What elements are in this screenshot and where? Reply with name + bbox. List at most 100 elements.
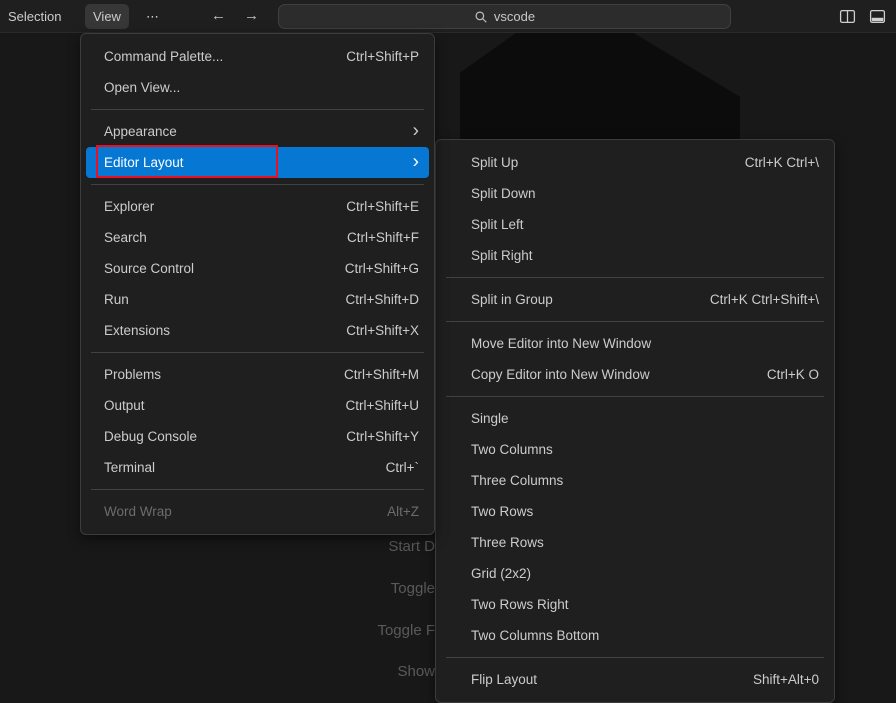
menu-item-appearance[interactable]: Appearance › xyxy=(86,116,429,147)
menu-item-label: Split Up xyxy=(471,155,518,170)
back-button[interactable]: ← xyxy=(211,6,226,26)
menu-separator xyxy=(446,321,824,322)
menu-item-shortcut: Ctrl+Shift+D xyxy=(325,292,419,307)
menu-item-label: Output xyxy=(104,398,145,413)
menu-item-terminal[interactable]: Terminal Ctrl+` xyxy=(86,452,429,483)
menu-item-grid-2x2[interactable]: Grid (2x2) xyxy=(441,558,829,589)
menu-separator xyxy=(446,657,824,658)
menubar-more-button[interactable]: ⋯ xyxy=(138,4,167,29)
menu-item-label: Three Rows xyxy=(471,535,544,550)
menu-item-debug-console[interactable]: Debug Console Ctrl+Shift+Y xyxy=(86,421,429,452)
menu-item-word-wrap[interactable]: Word Wrap Alt+Z xyxy=(86,496,429,527)
menu-item-label: Move Editor into New Window xyxy=(471,336,651,351)
menu-item-label: Grid (2x2) xyxy=(471,566,531,581)
menubar-item-selection[interactable]: Selection xyxy=(0,4,69,29)
menu-item-output[interactable]: Output Ctrl+Shift+U xyxy=(86,390,429,421)
menu-item-label: Command Palette... xyxy=(104,49,223,64)
view-menu: Command Palette... Ctrl+Shift+P Open View.… xyxy=(80,33,435,535)
menu-separator xyxy=(91,489,424,490)
menu-item-command-palette[interactable]: Command Palette... Ctrl+Shift+P xyxy=(86,41,429,72)
menu-item-move-editor-into-new-window[interactable]: Move Editor into New Window xyxy=(441,328,829,359)
menu-item-extensions[interactable]: Extensions Ctrl+Shift+X xyxy=(86,315,429,346)
menu-item-label: Two Rows Right xyxy=(471,597,569,612)
editor-layout-submenu: Split Up Ctrl+K Ctrl+\ Split Down Split Lef… xyxy=(435,139,835,703)
menu-item-open-view[interactable]: Open View... xyxy=(86,72,429,103)
split-editor-icon[interactable] xyxy=(839,8,856,25)
menu-item-label: Editor Layout xyxy=(104,155,184,170)
chevron-right-icon: › xyxy=(413,121,419,140)
menu-separator xyxy=(91,109,424,110)
menu-item-two-columns[interactable]: Two Columns xyxy=(441,434,829,465)
menu-item-shortcut: Ctrl+Shift+M xyxy=(324,367,419,382)
vscode-logo-watermark xyxy=(460,33,740,143)
menu-separator xyxy=(446,396,824,397)
menu-item-label: Debug Console xyxy=(104,429,197,444)
menu-item-label: Split Down xyxy=(471,186,536,201)
menu-item-label: Single xyxy=(471,411,509,426)
menu-item-label: Three Columns xyxy=(471,473,563,488)
menu-item-split-right[interactable]: Split Right xyxy=(441,240,829,271)
menu-item-shortcut: Ctrl+Shift+F xyxy=(327,230,419,245)
menu-separator xyxy=(446,277,824,278)
watermark-text: Show xyxy=(397,663,435,681)
menu-item-editor-layout[interactable]: Editor Layout› xyxy=(86,147,429,178)
menu-item-shortcut: Ctrl+` xyxy=(366,460,419,475)
menu-item-label: Appearance xyxy=(104,124,177,139)
menu-item-shortcut: Alt+Z xyxy=(367,504,419,519)
customize-layout-icon[interactable] xyxy=(869,8,886,25)
menu-separator xyxy=(91,352,424,353)
menu-item-shortcut: Ctrl+K Ctrl+\ xyxy=(725,155,819,170)
menu-item-problems[interactable]: Problems Ctrl+Shift+M xyxy=(86,359,429,390)
menu-item-label: Copy Editor into New Window xyxy=(471,367,650,382)
menu-item-two-rows[interactable]: Two Rows xyxy=(441,496,829,527)
menu-item-two-rows-right[interactable]: Two Rows Right xyxy=(441,589,829,620)
menubar-item-view[interactable]: View xyxy=(85,4,129,29)
menu-item-label: Word Wrap xyxy=(104,504,172,519)
menu-item-label: Open View... xyxy=(104,80,180,95)
menu-item-split-down[interactable]: Split Down xyxy=(441,178,829,209)
menu-item-label: Split Right xyxy=(471,248,533,263)
menu-item-flip-layout[interactable]: Flip Layout Shift+Alt+0 xyxy=(441,664,829,695)
menu-item-label: Run xyxy=(104,292,129,307)
menu-item-shortcut: Ctrl+Shift+X xyxy=(326,323,419,338)
menu-item-three-columns[interactable]: Three Columns xyxy=(441,465,829,496)
menu-item-label: Terminal xyxy=(104,460,155,475)
menu-item-split-up[interactable]: Split Up Ctrl+K Ctrl+\ xyxy=(441,147,829,178)
menu-item-shortcut: Ctrl+Shift+Y xyxy=(326,429,419,444)
menu-item-two-columns-bottom[interactable]: Two Columns Bottom xyxy=(441,620,829,651)
menu-item-label: Problems xyxy=(104,367,161,382)
menu-item-label: Search xyxy=(104,230,147,245)
menu-item-shortcut: Shift+Alt+0 xyxy=(733,672,819,687)
menu-separator xyxy=(91,184,424,185)
forward-button[interactable]: → xyxy=(244,6,259,26)
menu-item-shortcut: Ctrl+Shift+P xyxy=(326,49,419,64)
menu-item-label: Two Columns Bottom xyxy=(471,628,599,643)
menu-item-split-left[interactable]: Split Left xyxy=(441,209,829,240)
menu-item-label: Extensions xyxy=(104,323,170,338)
menu-item-label: Two Columns xyxy=(471,442,553,457)
menu-item-three-rows[interactable]: Three Rows xyxy=(441,527,829,558)
search-icon xyxy=(474,10,488,24)
title-bar: Selection View ⋯ ← → vscode xyxy=(0,0,896,33)
command-center-search[interactable]: vscode xyxy=(278,4,731,29)
menu-item-label: Source Control xyxy=(104,261,194,276)
menu-item-explorer[interactable]: Explorer Ctrl+Shift+E xyxy=(86,191,429,222)
menu-item-split-in-group[interactable]: Split in GroupCtrl+K Ctrl+Shift+\ xyxy=(441,284,829,315)
watermark-text: Toggle xyxy=(391,580,435,598)
menu-item-label: Explorer xyxy=(104,199,154,214)
watermark-text: Toggle F xyxy=(377,622,435,640)
menu-item-shortcut: Ctrl+K O xyxy=(747,367,819,382)
menu-item-label: Flip Layout xyxy=(471,672,537,687)
menu-item-shortcut: Ctrl+K Ctrl+Shift+\ xyxy=(690,292,819,307)
titlebar-layout-controls xyxy=(839,8,886,25)
menu-item-shortcut: Ctrl+Shift+E xyxy=(326,199,419,214)
menu-item-source-control[interactable]: Source Control Ctrl+Shift+G xyxy=(86,253,429,284)
menu-item-label: Split Left xyxy=(471,217,524,232)
menu-item-single[interactable]: Single xyxy=(441,403,829,434)
menu-item-shortcut: Ctrl+Shift+G xyxy=(325,261,419,276)
menu-item-copy-editor-into-new-window[interactable]: Copy Editor into New Window Ctrl+K O xyxy=(441,359,829,390)
menu-item-shortcut: Ctrl+Shift+U xyxy=(325,398,419,413)
watermark-text: Start D xyxy=(388,538,435,556)
menu-item-run[interactable]: Run Ctrl+Shift+D xyxy=(86,284,429,315)
menu-item-search[interactable]: Search Ctrl+Shift+F xyxy=(86,222,429,253)
